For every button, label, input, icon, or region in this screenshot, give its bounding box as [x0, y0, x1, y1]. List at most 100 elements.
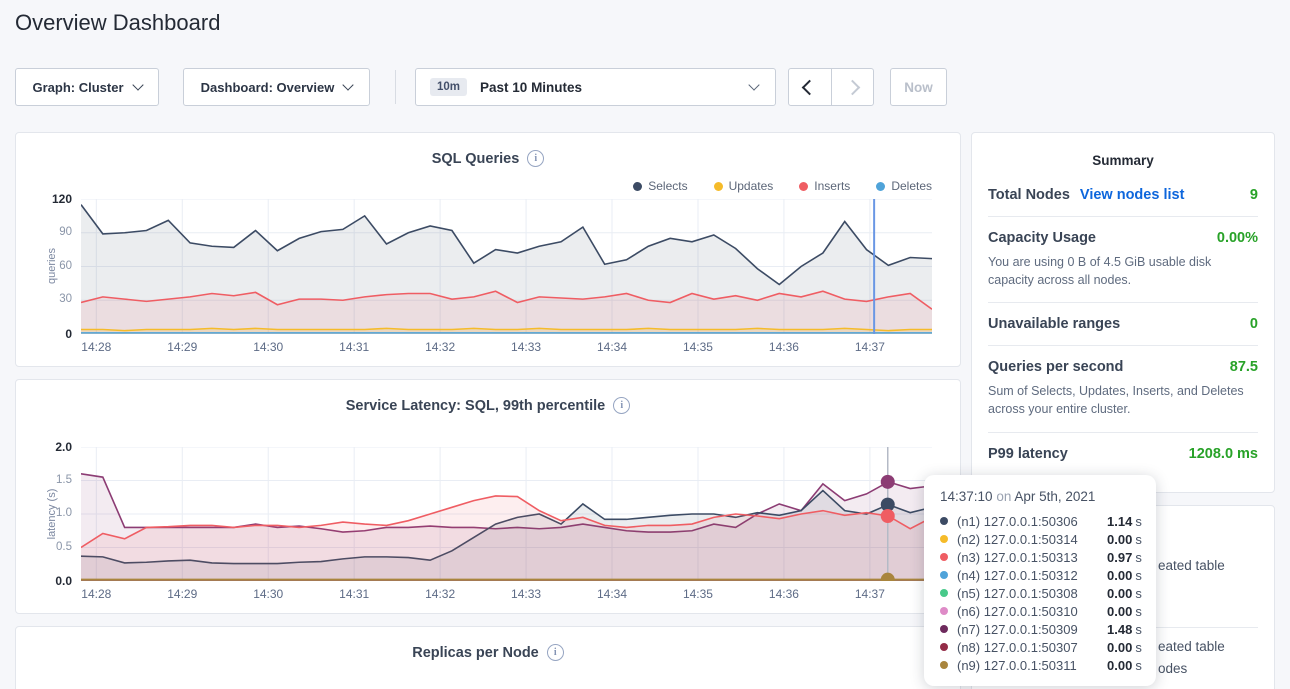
info-icon[interactable]: i — [613, 397, 630, 414]
event-text-fragment: eated table — [1158, 639, 1225, 654]
x-axis-tick-label: 14:34 — [586, 587, 638, 601]
y-axis-tick-label: 0.0 — [16, 574, 72, 588]
x-axis-tick-label: 14:28 — [70, 587, 122, 601]
node-color-dot-icon — [940, 535, 948, 543]
graph-dropdown-label: Graph: Cluster — [32, 80, 123, 95]
info-icon[interactable]: i — [527, 150, 544, 167]
capacity-usage-description: You are using 0 B of 4.5 GiB usable disk… — [988, 253, 1258, 289]
service-latency-plot[interactable] — [81, 447, 932, 581]
node-color-dot-icon — [940, 553, 948, 561]
y-axis-tick-label: 90 — [16, 226, 72, 238]
tooltip-node-row: (n1) 127.0.0.1:50306 1.14 s — [940, 512, 1140, 530]
node-color-dot-icon — [940, 625, 948, 633]
x-axis-tick-label: 14:29 — [156, 587, 208, 601]
total-nodes-label: Total Nodes — [988, 187, 1070, 203]
capacity-usage-label: Capacity Usage — [988, 230, 1096, 246]
node-color-dot-icon — [940, 643, 948, 651]
x-axis-tick-label: 14:30 — [242, 340, 294, 354]
service-latency-card: Service Latency: SQL, 99th percentile i … — [15, 379, 961, 614]
legend-label: Selects — [648, 179, 687, 193]
graph-dropdown[interactable]: Graph: Cluster — [15, 68, 159, 106]
summary-row-capacity: Capacity Usage 0.00% You are using 0 B o… — [988, 216, 1258, 302]
x-axis-tick-label: 14:35 — [672, 587, 724, 601]
legend-label: Deletes — [891, 179, 932, 193]
tooltip-node-row: (n9) 127.0.0.1:50311 0.00 s — [940, 656, 1140, 674]
node-color-dot-icon — [940, 571, 948, 579]
legend-item[interactable]: Inserts — [799, 179, 850, 193]
sql-queries-legend: Selects Updates Inserts Deletes — [633, 179, 932, 193]
info-icon[interactable]: i — [547, 644, 564, 661]
node-color-dot-icon — [940, 517, 948, 525]
node-color-dot-icon — [940, 589, 948, 597]
x-axis-tick-label: 14:28 — [70, 340, 122, 354]
y-axis-tick-label: 0 — [16, 327, 72, 341]
tooltip-node-row: (n7) 127.0.0.1:50309 1.48 s — [940, 620, 1140, 638]
y-axis-tick-label: 1.0 — [16, 507, 72, 519]
tooltip-node-row: (n8) 127.0.0.1:50307 0.00 s — [940, 638, 1140, 656]
legend-dot-icon — [633, 182, 642, 191]
y-axis-tick-label: 30 — [16, 293, 72, 305]
p99-latency-label: P99 latency — [988, 446, 1068, 462]
node-color-dot-icon — [940, 661, 948, 669]
sql-queries-plot[interactable] — [81, 199, 932, 334]
prev-range-button[interactable] — [789, 69, 831, 105]
queries-per-second-label: Queries per second — [988, 359, 1123, 375]
now-button[interactable]: Now — [890, 68, 947, 106]
time-range-label: Past 10 Minutes — [480, 80, 582, 95]
summary-row-qps: Queries per second 87.5 Sum of Selects, … — [988, 345, 1258, 431]
summary-row-p99: P99 latency 1208.0 ms — [988, 432, 1258, 475]
summary-panel: Summary Total Nodes View nodes list 9 Ca… — [971, 132, 1275, 493]
summary-title: Summary — [972, 133, 1274, 168]
queries-per-second-value: 87.5 — [1230, 359, 1258, 375]
qps-description: Sum of Selects, Updates, Inserts, and De… — [988, 382, 1258, 418]
overview-dashboard-page: Overview Dashboard Graph: Cluster Dashbo… — [0, 0, 1290, 689]
tooltip-node-row: (n6) 127.0.0.1:50310 0.00 s — [940, 602, 1140, 620]
tooltip-timestamp: 14:37:10 on Apr 5th, 2021 — [940, 489, 1140, 504]
p99-latency-value: 1208.0 ms — [1189, 446, 1258, 462]
tooltip-node-row: (n4) 127.0.0.1:50312 0.00 s — [940, 566, 1140, 584]
node-color-dot-icon — [940, 607, 948, 615]
legend-item[interactable]: Deletes — [876, 179, 932, 193]
page-title: Overview Dashboard — [15, 10, 220, 36]
dashboard-dropdown[interactable]: Dashboard: Overview — [183, 68, 370, 106]
view-nodes-list-link[interactable]: View nodes list — [1080, 187, 1185, 203]
total-nodes-value: 9 — [1250, 187, 1258, 203]
legend-label: Updates — [729, 179, 774, 193]
x-axis-tick-label: 14:37 — [844, 340, 896, 354]
x-axis-tick-label: 14:33 — [500, 587, 552, 601]
chevron-left-icon — [802, 79, 818, 95]
x-axis-tick-label: 14:32 — [414, 340, 466, 354]
chevron-down-icon — [748, 79, 759, 90]
legend-item[interactable]: Selects — [633, 179, 687, 193]
x-axis-tick-label: 14:33 — [500, 340, 552, 354]
y-axis-tick-label: 2.0 — [16, 440, 72, 454]
y-axis-tick-label: 1.5 — [16, 474, 72, 486]
controls-divider — [395, 70, 396, 104]
y-axis-tick-label: 60 — [16, 260, 72, 272]
chevron-down-icon — [343, 79, 354, 90]
tooltip-node-row: (n2) 127.0.0.1:50314 0.00 s — [940, 530, 1140, 548]
capacity-usage-value: 0.00% — [1217, 230, 1258, 246]
sql-queries-card: SQL Queries i Selects Updates Inserts Delet… — [15, 132, 961, 367]
x-axis-tick-label: 14:30 — [242, 587, 294, 601]
tooltip-node-row: (n3) 127.0.0.1:50313 0.97 s — [940, 548, 1140, 566]
replicas-per-node-card: Replicas per Node i — [15, 626, 961, 689]
legend-item[interactable]: Updates — [714, 179, 774, 193]
x-axis-tick-label: 14:37 — [844, 587, 896, 601]
event-text-fragment: odes — [1158, 661, 1187, 676]
legend-label: Inserts — [814, 179, 850, 193]
summary-row-total-nodes: Total Nodes View nodes list 9 — [988, 174, 1258, 216]
replicas-per-node-title: Replicas per Node — [412, 645, 539, 661]
time-range-dropdown[interactable]: 10m Past 10 Minutes — [415, 68, 776, 106]
chart-hover-tooltip: 14:37:10 on Apr 5th, 2021 (n1) 127.0.0.1… — [924, 475, 1156, 686]
time-range-badge: 10m — [430, 78, 467, 96]
sql-queries-title: SQL Queries — [432, 151, 520, 167]
x-axis-tick-label: 14:32 — [414, 587, 466, 601]
x-axis-tick-label: 14:36 — [758, 587, 810, 601]
next-range-button[interactable] — [831, 69, 874, 105]
service-latency-title: Service Latency: SQL, 99th percentile — [346, 398, 606, 414]
y-axis-tick-label: 120 — [16, 192, 72, 206]
x-axis-tick-label: 14:31 — [328, 587, 380, 601]
legend-dot-icon — [876, 182, 885, 191]
x-axis-tick-label: 14:34 — [586, 340, 638, 354]
